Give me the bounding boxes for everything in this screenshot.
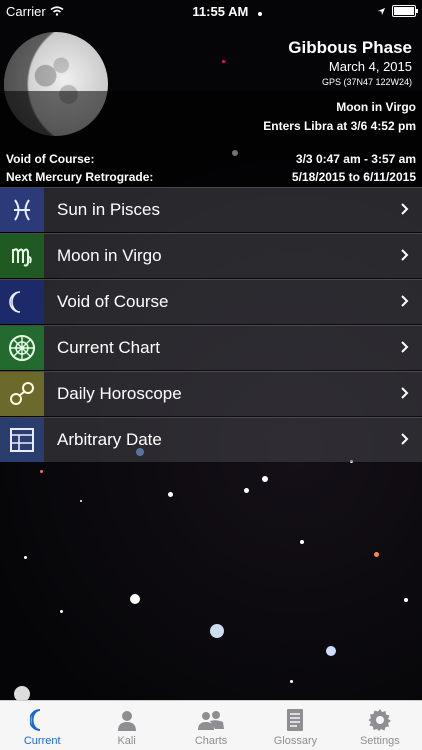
gear-icon [368, 709, 391, 731]
tab-kali[interactable]: Kali [84, 701, 168, 750]
phase-title: Gibbous Phase [288, 38, 412, 57]
linked-circles-icon [0, 372, 44, 416]
pisces-icon [0, 188, 44, 232]
clock-label: 11:55 AM [192, 3, 249, 19]
virgo-icon [0, 234, 44, 278]
tab-label: Current [23, 735, 61, 747]
people-icon [198, 711, 225, 730]
chevron-right-icon [388, 202, 422, 218]
chevron-right-icon [388, 248, 422, 264]
tab-glossary[interactable]: Glossary [253, 701, 337, 750]
menu-item-label: Daily Horoscope [57, 384, 182, 403]
status-bar: Carrier 11:55 AM [0, 0, 422, 22]
wifi-icon [50, 6, 64, 16]
tab-settings[interactable]: Settings [338, 701, 422, 750]
menu-item-void-of-course[interactable]: Void of Course [0, 279, 422, 324]
menu-item-label: Sun in Pisces [57, 200, 160, 219]
void-of-course-value: 3/3 0:47 am - 3:57 am [295, 152, 416, 166]
moon-sign-label: Moon in Virgo [336, 100, 416, 114]
chevron-right-icon [388, 432, 422, 448]
chevron-right-icon [388, 386, 422, 402]
calendar-grid-icon [0, 418, 44, 462]
menu-item-moon-in-virgo[interactable]: Moon in Virgo [0, 233, 422, 278]
location-arrow-icon [377, 7, 386, 15]
main-menu: Sun in Pisces Moon in Virgo Void of Cour… [0, 187, 422, 463]
menu-item-sun-in-pisces[interactable]: Sun in Pisces [0, 187, 422, 232]
menu-item-label: Arbitrary Date [57, 430, 162, 449]
tab-label: Glossary [273, 735, 318, 747]
tab-label: Settings [359, 735, 400, 747]
crescent-moon-icon [0, 280, 44, 324]
moon-sign-next: Enters Libra at 3/6 4:52 pm [263, 119, 416, 133]
menu-item-daily-horoscope[interactable]: Daily Horoscope [0, 371, 422, 416]
crescent-moon-icon [30, 709, 41, 731]
gps-coordinates: GPS (37N47 122W24) [321, 77, 412, 87]
menu-item-current-chart[interactable]: Current Chart [0, 325, 422, 370]
tab-bar: Current Kali Charts Glossary Settings [0, 700, 422, 750]
mercury-retrograde-label: Next Mercury Retrograde: [6, 170, 154, 184]
phase-date: March 4, 2015 [328, 59, 412, 74]
chevron-right-icon [388, 294, 422, 310]
wheel-chart-icon [0, 326, 44, 370]
battery-icon [392, 5, 418, 17]
menu-item-label: Current Chart [57, 338, 160, 357]
header-panel: Carrier 11:55 AM Gibbous Phase March 4, … [0, 0, 422, 187]
book-icon [287, 709, 304, 731]
menu-item-label: Void of Course [57, 292, 169, 311]
void-of-course-row: Void of Course: 3/3 0:47 am - 3:57 am [6, 152, 416, 166]
tab-label: Kali [117, 735, 136, 747]
void-of-course-label: Void of Course: [6, 152, 95, 166]
mercury-retrograde-row: Next Mercury Retrograde: 5/18/2015 to 6/… [6, 170, 416, 184]
tab-label: Charts [194, 735, 228, 747]
person-icon [117, 711, 136, 731]
tab-charts[interactable]: Charts [169, 701, 253, 750]
mercury-retrograde-value: 5/18/2015 to 6/11/2015 [291, 170, 416, 184]
tab-current[interactable]: Current [0, 701, 84, 750]
moon-sign-info: Moon in Virgo Enters Libra at 3/6 4:52 p… [263, 98, 416, 136]
chevron-right-icon [388, 340, 422, 356]
menu-item-arbitrary-date[interactable]: Arbitrary Date [0, 417, 422, 462]
menu-item-label: Moon in Virgo [57, 246, 162, 265]
phase-info: Gibbous Phase March 4, 2015 GPS (37N47 1… [288, 38, 412, 87]
carrier-label: Carrier [6, 3, 46, 19]
